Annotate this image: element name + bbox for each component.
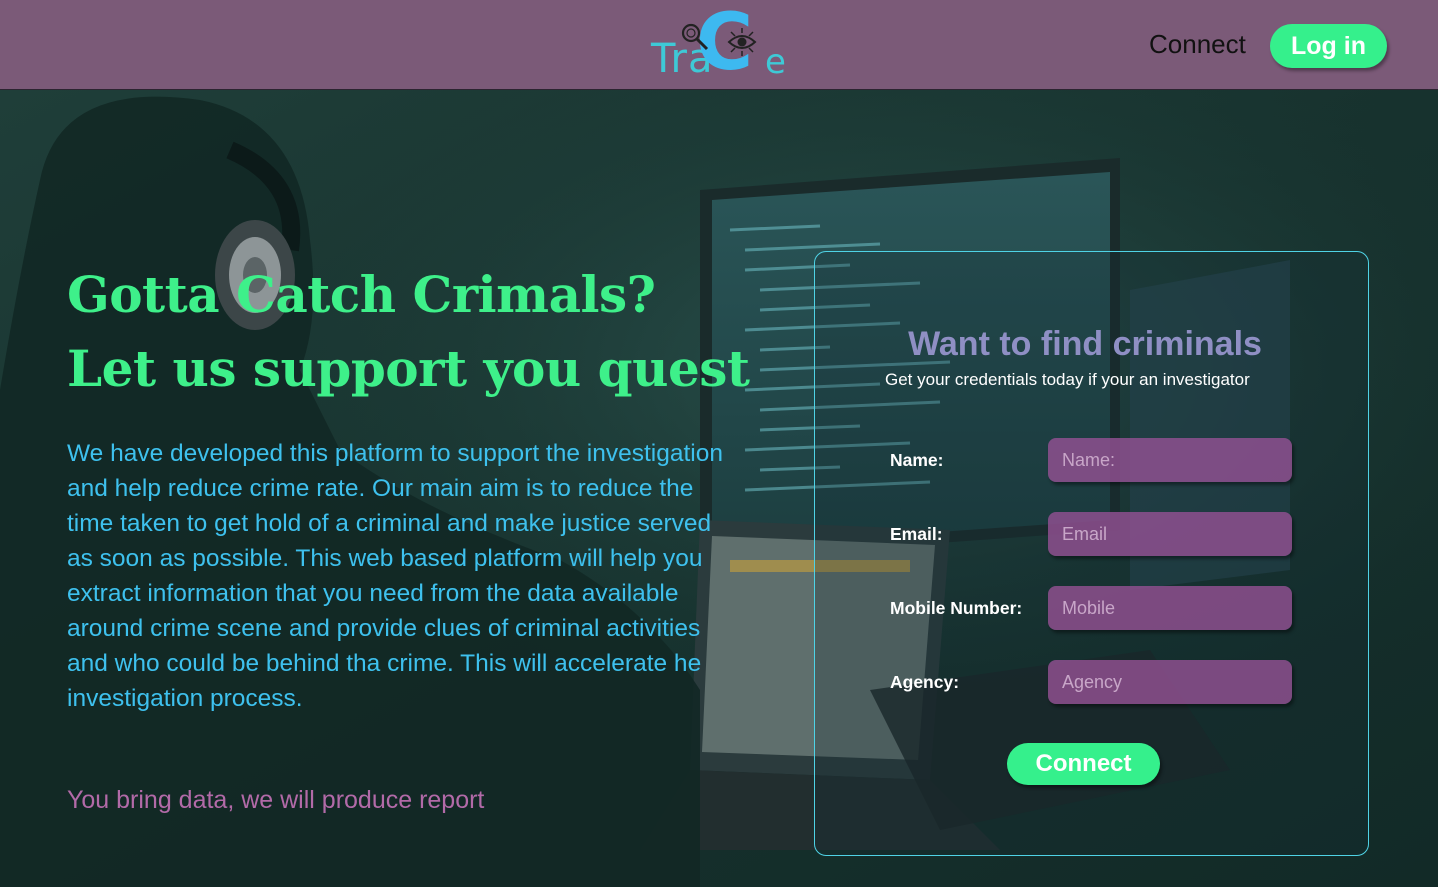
nav-connect-link[interactable]: Connect <box>1149 29 1246 60</box>
mobile-input[interactable] <box>1048 586 1292 630</box>
connect-submit-button[interactable]: Connect <box>1007 743 1160 785</box>
cyber-eye-icon <box>727 28 757 56</box>
mobile-label: Mobile Number: <box>890 598 1023 618</box>
hero-headline: Gotta Catch Crimals? Let us support you … <box>67 258 750 406</box>
agency-input[interactable] <box>1048 660 1292 704</box>
email-input[interactable] <box>1048 512 1292 556</box>
hero-description: We have developed this platform to suppo… <box>67 440 723 712</box>
form-title: Want to find criminals <box>908 325 1262 363</box>
headline-line-1: Gotta Catch Crimals? <box>67 265 656 324</box>
logo-text-e: e <box>765 42 786 82</box>
top-navbar: Tra C e Connect Log in <box>0 0 1438 90</box>
headline-line-2: Let us support you quest <box>67 339 750 398</box>
email-label: Email: <box>890 524 943 544</box>
trace-logo[interactable]: Tra C e <box>648 0 793 88</box>
magnifier-fingerprint-icon <box>681 23 709 51</box>
login-button[interactable]: Log in <box>1270 24 1387 68</box>
signup-form-card: Want to find criminals Get your credenti… <box>814 251 1369 856</box>
name-input[interactable] <box>1048 438 1292 482</box>
agency-label: Agency: <box>890 672 960 692</box>
form-subtitle: Get your credentials today if your an in… <box>885 370 1250 389</box>
hero-tagline: You bring data, we will produce report <box>67 786 485 814</box>
name-label: Name: <box>890 450 944 470</box>
